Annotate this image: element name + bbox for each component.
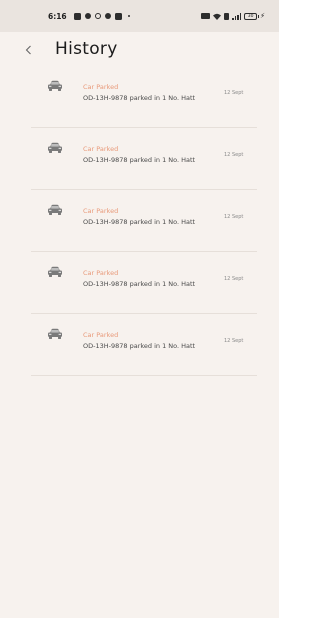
- car-icon: [48, 266, 62, 277]
- car-icon: [48, 328, 62, 339]
- history-item-title: Car Parked: [83, 207, 119, 215]
- status-time: 6:16: [48, 11, 67, 21]
- history-item[interactable]: Car Parked OD-13H-9878 parked in 1 No. H…: [31, 128, 257, 190]
- history-item-description: OD-13H-9878 parked in 1 No. Hatt: [83, 342, 196, 350]
- notification-icon: [73, 12, 81, 20]
- history-item-title: Car Parked: [83, 331, 119, 339]
- history-item[interactable]: Car Parked OD-13H-9878 parked in 1 No. H…: [31, 66, 257, 128]
- history-item[interactable]: Car Parked OD-13H-9878 parked in 1 No. H…: [31, 314, 257, 376]
- history-item-description: OD-13H-9878 parked in 1 No. Hatt: [83, 280, 196, 288]
- status-bar-right: 30 ⚡: [201, 12, 265, 20]
- history-item-description: OD-13H-9878 parked in 1 No. Hatt: [83, 94, 196, 102]
- battery-icon: 30: [244, 12, 260, 20]
- data-speed-icon: [201, 13, 211, 19]
- history-item-description: OD-13H-9878 parked in 1 No. Hatt: [83, 218, 196, 226]
- page-title: History: [55, 39, 118, 59]
- history-list: Car Parked OD-13H-9878 parked in 1 No. H…: [31, 66, 257, 376]
- status-bar-left: 6:16: [48, 12, 130, 21]
- header: History: [0, 36, 279, 64]
- volte-icon: [224, 12, 230, 20]
- more-notifications-icon: [127, 15, 130, 17]
- chevron-left-icon: [25, 45, 31, 55]
- car-icon: [48, 80, 62, 91]
- signal-icon: [232, 12, 242, 20]
- history-item-date: 12 Sept: [224, 152, 244, 158]
- history-item-title: Car Parked: [83, 269, 119, 277]
- message-icon: [114, 12, 122, 20]
- car-icon: [48, 142, 62, 153]
- history-item-date: 12 Sept: [224, 90, 244, 96]
- history-screen: 6:16 30 ⚡ History Car Parked OD-13H-9878…: [0, 0, 279, 618]
- history-item-date: 12 Sept: [224, 214, 244, 220]
- history-item-title: Car Parked: [83, 145, 119, 153]
- history-item-date: 12 Sept: [224, 338, 244, 344]
- history-item[interactable]: Car Parked OD-13H-9878 parked in 1 No. H…: [31, 252, 257, 314]
- history-item[interactable]: Car Parked OD-13H-9878 parked in 1 No. H…: [31, 190, 257, 252]
- whatsapp-icon: [94, 13, 101, 19]
- facebook-icon: [104, 13, 111, 19]
- battery-level: 30: [247, 13, 254, 19]
- charging-icon: ⚡: [260, 12, 265, 20]
- history-item-date: 12 Sept: [224, 276, 244, 282]
- back-button[interactable]: [18, 40, 38, 60]
- history-item-description: OD-13H-9878 parked in 1 No. Hatt: [83, 156, 196, 164]
- wifi-icon: [213, 13, 222, 20]
- location-icon: [84, 13, 91, 19]
- status-bar: 6:16 30 ⚡: [0, 0, 279, 32]
- history-item-title: Car Parked: [83, 83, 119, 91]
- car-icon: [48, 204, 62, 215]
